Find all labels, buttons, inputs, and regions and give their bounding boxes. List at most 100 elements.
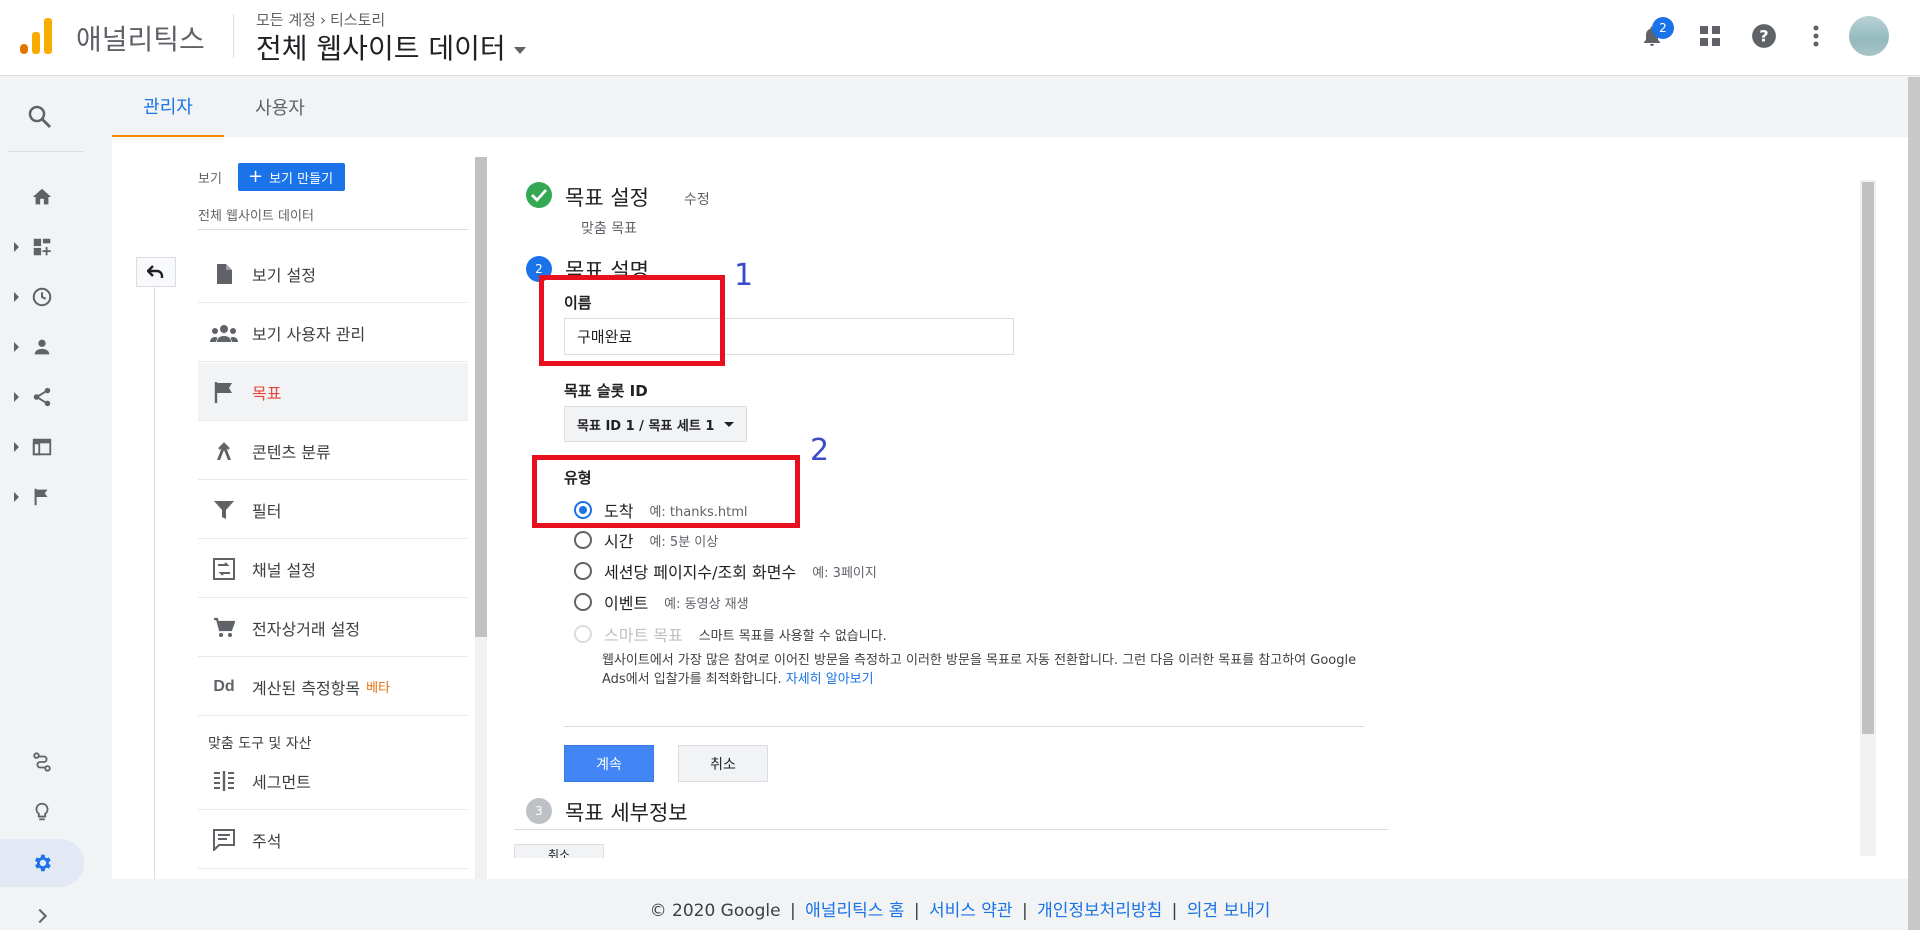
menu-item-annotations[interactable]: 주석	[198, 811, 468, 869]
rail-admin[interactable]	[0, 843, 84, 883]
menu-item-label: 보기 사용자 관리	[252, 324, 366, 344]
edit-link[interactable]: 수정	[684, 189, 710, 209]
behavior-icon	[32, 438, 52, 456]
back-arrow-icon	[147, 265, 164, 278]
help-icon[interactable]: ?	[1748, 20, 1780, 52]
annotation-number-2: 2	[810, 433, 830, 468]
rail-home[interactable]	[0, 177, 84, 217]
menu-item-channel-settings[interactable]: 채널 설정	[198, 540, 468, 598]
menu-item-filters[interactable]: 필터	[198, 481, 468, 539]
menu-item-calculated-metrics[interactable]: Dd 계산된 측정항목 베타	[198, 658, 468, 716]
type-option-label: 세션당 페이지수/조회 화면수	[604, 563, 797, 582]
radio-button[interactable]	[574, 531, 592, 549]
menu-item-segments[interactable]: 세그먼트	[198, 752, 468, 810]
analytics-logo-icon[interactable]	[20, 18, 52, 54]
view-name-selector[interactable]: 전체 웹사이트 데이터	[198, 205, 314, 224]
rail-realtime[interactable]	[0, 277, 84, 317]
caret-down-icon	[724, 421, 735, 427]
menu-item-label: 목표	[252, 383, 282, 403]
step1-subtitle: 맞춤 목표	[581, 221, 637, 237]
view-selector[interactable]: 전체 웹사이트 데이터	[256, 27, 526, 67]
menu-item-ecommerce-settings[interactable]: 전자상거래 설정	[198, 599, 468, 657]
rail-behavior[interactable]	[0, 427, 84, 467]
type-option-label: 시간	[604, 532, 634, 551]
footer-link-privacy[interactable]: 개인정보처리방침	[1037, 901, 1162, 921]
rail-divider	[8, 151, 84, 152]
annotation-number-1: 1	[734, 258, 754, 293]
footer-separator: |	[913, 901, 920, 921]
account-avatar[interactable]	[1849, 16, 1889, 56]
menu-item-label: 채널 설정	[252, 560, 316, 580]
type-option-smart-goal: 스마트 목표 스마트 목표를 사용할 수 없습니다.	[574, 621, 887, 647]
conversions-icon	[34, 488, 48, 506]
menu-item-label: 콘텐츠 분류	[252, 442, 331, 462]
type-option-duration[interactable]: 시간 예: 5분 이상	[574, 527, 718, 553]
type-option-label: 스마트 목표	[604, 626, 683, 645]
rail-customization[interactable]	[0, 227, 84, 267]
expand-arrow-icon	[14, 292, 19, 302]
attribution-icon	[33, 752, 51, 772]
goal-slot-select[interactable]: 목표 ID 1 / 목표 세트 1	[564, 406, 748, 442]
svg-text:?: ?	[1759, 26, 1768, 45]
page-scrollbar[interactable]	[1908, 77, 1920, 930]
type-option-example: 예: 5분 이상	[649, 534, 719, 550]
view-column-label: 보기	[198, 172, 222, 187]
back-arrow-button[interactable]	[136, 257, 176, 287]
radio-button[interactable]	[574, 593, 592, 611]
acquisition-icon	[33, 387, 51, 407]
type-option-example: 예: 3페이지	[812, 565, 877, 581]
rail-conversions[interactable]	[0, 477, 84, 517]
partial-cancel-button[interactable]: 취소	[514, 844, 604, 858]
menu-item-goals[interactable]: 목표	[198, 363, 468, 421]
plus-icon: +	[248, 166, 264, 187]
menu-item-label: 주석	[252, 831, 282, 851]
menu-item-content-grouping[interactable]: 콘텐츠 분류	[198, 422, 468, 480]
menu-item-view-user-management[interactable]: 보기 사용자 관리	[198, 304, 468, 362]
top-header: 애널리틱스 모든 계정 › 티스토리 전체 웹사이트 데이터 2 ?	[0, 0, 1920, 76]
menu-item-label: 전자상거래 설정	[252, 619, 361, 639]
learn-more-link[interactable]: 자세히 알아보기	[786, 672, 874, 687]
search-icon[interactable]	[26, 103, 54, 131]
footer-separator: |	[1171, 901, 1178, 921]
flag-icon	[210, 380, 238, 404]
annotation-box-1	[539, 275, 725, 366]
rail-discover[interactable]	[0, 792, 84, 832]
content-scrollbar[interactable]	[1862, 182, 1874, 734]
create-view-button[interactable]: + 보기 만들기	[238, 163, 346, 191]
section-divider	[564, 726, 1364, 727]
channel-settings-icon	[210, 557, 238, 581]
rail-audience[interactable]	[0, 327, 84, 367]
admin-gear-icon	[35, 854, 51, 872]
menu-item-label: 필터	[252, 501, 282, 521]
goal-slot-value: 목표 ID 1 / 목표 세트 1	[577, 418, 715, 434]
cancel-button[interactable]: 취소	[678, 745, 768, 782]
rail-acquisition[interactable]	[0, 377, 84, 417]
content-grouping-icon	[210, 439, 238, 463]
custom-tools-section-label: 맞춤 도구 및 자산	[208, 736, 312, 752]
apps-grid-icon[interactable]	[1694, 20, 1726, 52]
left-menu-scrollbar[interactable]	[475, 157, 487, 637]
header-divider	[233, 14, 234, 58]
radio-button[interactable]	[574, 562, 592, 580]
bottom-divider	[514, 829, 1388, 830]
type-option-event[interactable]: 이벤트 예: 동영상 재생	[574, 589, 749, 615]
menu-item-label: 보기 설정	[252, 265, 316, 285]
left-nav-rail	[0, 77, 84, 930]
rail-attribution[interactable]	[0, 742, 84, 782]
tab-user[interactable]: 사용자	[224, 77, 336, 137]
footer-link-feedback[interactable]: 의견 보내기	[1187, 901, 1271, 921]
expand-arrow-icon	[14, 242, 19, 252]
beta-badge: 베타	[366, 681, 391, 696]
footer-link-terms[interactable]: 서비스 약관	[929, 901, 1013, 921]
type-option-example: 예: 동영상 재생	[664, 596, 749, 612]
continue-button[interactable]: 계속	[564, 745, 654, 782]
more-vert-icon[interactable]	[1800, 20, 1832, 52]
realtime-icon	[32, 287, 52, 307]
footer-link-analytics-home[interactable]: 애널리틱스 홈	[805, 901, 904, 921]
menu-item-view-settings[interactable]: 보기 설정	[198, 245, 468, 303]
type-option-pages-per-session[interactable]: 세션당 페이지수/조회 화면수 예: 3페이지	[574, 558, 877, 584]
audience-icon	[34, 339, 50, 355]
customization-icon	[33, 238, 51, 256]
footer-separator: |	[1021, 901, 1028, 921]
tab-admin[interactable]: 관리자	[112, 77, 224, 137]
